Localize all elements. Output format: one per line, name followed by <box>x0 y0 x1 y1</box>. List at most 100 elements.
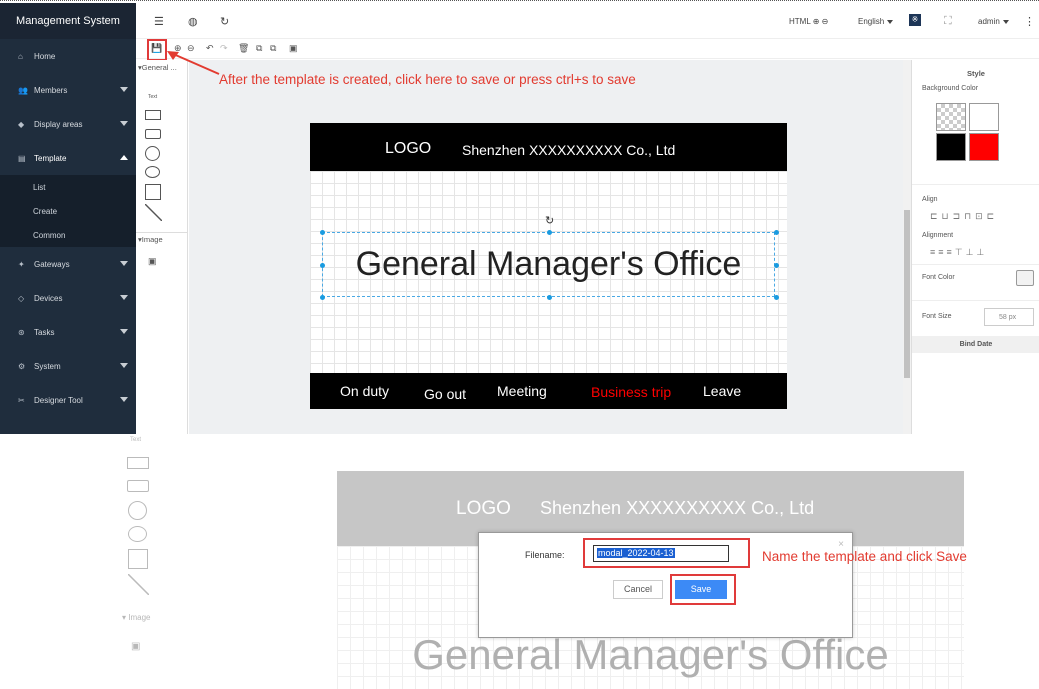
nav-devices[interactable]: ◇ Devices <box>0 281 136 315</box>
status-business-trip: Business trip <box>591 384 672 400</box>
faded-image-label: Image <box>128 613 151 622</box>
board-header[interactable]: LOGO Shenzhen XXXXXXXXXX Co., Ltd <box>310 123 787 171</box>
resize-handle[interactable] <box>547 295 552 300</box>
tool-icon: ✂ <box>18 395 25 405</box>
font-size-input[interactable]: 58 px <box>984 308 1034 326</box>
save-highlight-box <box>670 574 736 605</box>
delete-icon[interactable]: 🗑 <box>238 43 249 54</box>
faded-square <box>128 549 148 569</box>
nav-template-label: Template <box>34 153 67 163</box>
nav-designer-tool[interactable]: ✂ Designer Tool <box>0 383 136 417</box>
filename-highlight <box>583 538 750 568</box>
rectangle-tool[interactable] <box>145 110 161 120</box>
nav-tasks[interactable]: ⊛ Tasks <box>0 315 136 349</box>
chevron-down-icon <box>120 363 128 368</box>
pointer-arrow <box>167 51 220 75</box>
nav-members-label: Members <box>34 85 68 95</box>
refresh-icon[interactable]: ↻ <box>220 15 229 28</box>
members-icon: 👥 <box>18 85 28 95</box>
nav-template[interactable]: ▤ Template <box>0 141 136 175</box>
palette-image-label: Image <box>141 235 163 244</box>
style-panel: Style Background Color Align ⊏⊔⊐⊓⊡⊏ Alig… <box>911 60 1039 434</box>
swatch-transparent[interactable] <box>936 103 966 131</box>
swatch-white[interactable] <box>969 103 999 131</box>
chevron-up-icon <box>120 155 128 160</box>
save-highlight <box>147 39 167 61</box>
company-name: Shenzhen XXXXXXXXXX Co., Ltd <box>462 142 676 158</box>
menu-toggle-icon[interactable]: ☰ <box>154 15 164 28</box>
nav-devices-label: Devices <box>34 293 63 303</box>
redo-icon[interactable]: ↷ <box>220 43 228 54</box>
sub-item-create[interactable]: Create <box>0 199 136 223</box>
office-title[interactable]: General Manager's Office <box>310 245 787 284</box>
more-icon[interactable]: ⋮ <box>1024 15 1035 28</box>
resize-handle[interactable] <box>774 230 779 235</box>
ellipse-tool[interactable] <box>145 166 160 178</box>
square-tool[interactable] <box>145 184 161 200</box>
theme-icon[interactable]: ※ <box>909 14 921 26</box>
swatch-black[interactable] <box>936 133 966 161</box>
faded-text-tool: Text <box>130 437 142 443</box>
background-color-label: Background Color <box>922 85 979 92</box>
nav-system-label: System <box>34 361 61 371</box>
fullscreen-icon[interactable]: ⛶ <box>944 15 952 28</box>
send-back-icon[interactable]: ⧉ <box>270 43 276 54</box>
nav-members[interactable]: 👥 Members <box>0 73 136 107</box>
resize-handle[interactable] <box>320 230 325 235</box>
home-icon: ⌂ <box>18 51 23 61</box>
scroll-thumb[interactable] <box>904 210 910 378</box>
nav-display-areas[interactable]: ◆ Display areas <box>0 107 136 141</box>
status-leave: Leave <box>703 383 742 399</box>
user-name: admin <box>978 17 1000 26</box>
caret-down-icon <box>1002 19 1009 24</box>
globe-icon[interactable]: ◍ <box>188 15 198 28</box>
resize-handle[interactable] <box>320 295 325 300</box>
font-color-label: Font Color <box>922 274 955 281</box>
design-board[interactable]: LOGO Shenzhen XXXXXXXXXX Co., Ltd ↻ Gene… <box>310 123 787 409</box>
faded-rectangle <box>127 457 149 469</box>
faded-circle <box>128 501 147 520</box>
image-icon[interactable]: ▣ <box>289 43 298 54</box>
nav-home[interactable]: ⌂ Home <box>0 39 136 73</box>
language-label: English <box>858 17 885 26</box>
swatch-red[interactable] <box>969 133 999 161</box>
font-size-label: Font Size <box>922 313 952 320</box>
faded-company-name: Shenzhen XXXXXXXXXX Co., Ltd <box>540 498 815 518</box>
canvas-scrollbar[interactable] <box>903 60 911 434</box>
align-icons[interactable]: ⊏⊔⊐⊓⊡⊏ <box>930 211 998 222</box>
line-tool[interactable] <box>145 204 162 221</box>
text-alignment-icons[interactable]: ≡≡≡⊤⊥⊥ <box>930 247 987 258</box>
brand-title: Management System <box>0 3 136 39</box>
sub-item-list[interactable]: List <box>0 175 136 199</box>
rotate-icon[interactable]: ↻ <box>545 214 554 227</box>
cancel-button[interactable]: Cancel <box>613 580 663 599</box>
status-go-out: Go out <box>424 386 467 402</box>
nav-gateways-label: Gateways <box>34 259 70 269</box>
resize-handle[interactable] <box>547 230 552 235</box>
layers-icon: ◆ <box>18 119 25 129</box>
bring-front-icon[interactable]: ⧉ <box>256 43 262 54</box>
chevron-down-icon <box>120 87 128 92</box>
text-tool[interactable]: Text <box>148 94 157 100</box>
status-bar[interactable]: On duty Go out Meeting Business trip Lea… <box>310 373 787 409</box>
palette-image-header[interactable]: ▾ Image <box>136 232 187 246</box>
circle-tool[interactable] <box>145 146 160 161</box>
nav-system[interactable]: ⚙ System <box>0 349 136 383</box>
image-tool-icon[interactable]: ▣ <box>148 256 157 267</box>
rounded-rect-tool[interactable] <box>145 129 161 139</box>
screenshot: { "app": {"brand": "Management System"},… <box>0 0 1039 689</box>
user-menu[interactable]: admin <box>978 17 1009 26</box>
alignment-label: Alignment <box>922 232 954 239</box>
bind-date-button[interactable]: Bind Date <box>912 336 1039 353</box>
language-select[interactable]: English <box>858 17 894 26</box>
logo-text: LOGO <box>385 140 432 157</box>
resize-handle[interactable] <box>774 295 779 300</box>
nav-gateways[interactable]: ✦ Gateways <box>0 247 136 281</box>
status-meeting: Meeting <box>497 383 547 399</box>
editor-toolbar: 💾 ⊕ ⊖ ↶ ↷ 🗑 ⧉ ⧉ ▣ <box>136 39 1039 59</box>
status-on-duty: On duty <box>340 383 390 399</box>
sub-item-common[interactable]: Common <box>0 223 136 247</box>
nav-display-areas-label: Display areas <box>34 119 83 129</box>
html-mode-toggle[interactable]: HTML ⊕ ⊖ <box>789 17 828 26</box>
font-color-picker[interactable] <box>1016 270 1034 286</box>
